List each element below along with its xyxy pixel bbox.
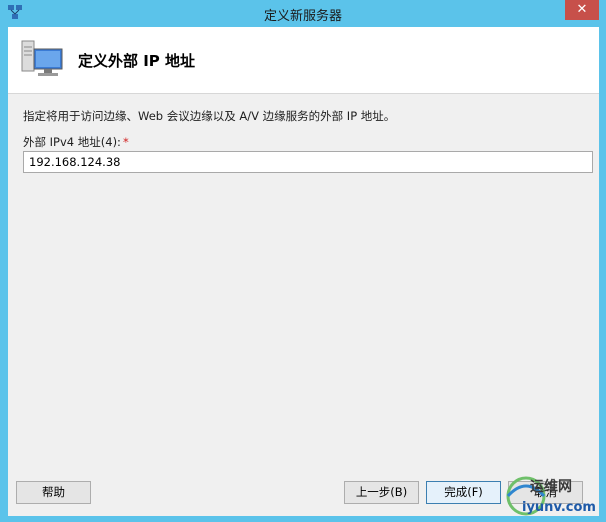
page-title: 定义外部 IP 地址 (78, 52, 196, 70)
finish-button[interactable]: 完成(F) (426, 481, 501, 504)
window-title: 定义新服务器 (263, 9, 342, 24)
computer-server-icon (21, 40, 63, 76)
title-bar: 定义新服务器 ✕ (0, 0, 606, 26)
ipv4-label-text: 外部 IPv4 地址(4): (23, 135, 121, 149)
watermark-text-url: iyunv.com (522, 500, 596, 515)
help-button[interactable]: 帮助 (16, 481, 91, 504)
required-marker: * (122, 135, 129, 149)
dialog-window: 定义新服务器 ✕ 定义外部 IP 地址 指定将用于访问边缘、Web 会议边缘以及… (0, 0, 606, 522)
close-button[interactable]: ✕ (565, 0, 599, 20)
ipv4-field-label: 外部 IPv4 地址(4): * (23, 134, 129, 150)
watermark-text-cn: 运维网 (530, 479, 572, 495)
site-watermark: 运维网 iyunv.com (498, 470, 604, 520)
dialog-client-area: 定义外部 IP 地址 指定将用于访问边缘、Web 会议边缘以及 A/V 边缘服务… (8, 27, 599, 516)
description-text: 指定将用于访问边缘、Web 会议边缘以及 A/V 边缘服务的外部 IP 地址。 (23, 109, 396, 123)
external-ipv4-input[interactable]: 192.168.124.38 (23, 151, 593, 173)
wizard-header: 定义外部 IP 地址 (8, 27, 599, 94)
back-button[interactable]: 上一步(B) (344, 481, 419, 504)
